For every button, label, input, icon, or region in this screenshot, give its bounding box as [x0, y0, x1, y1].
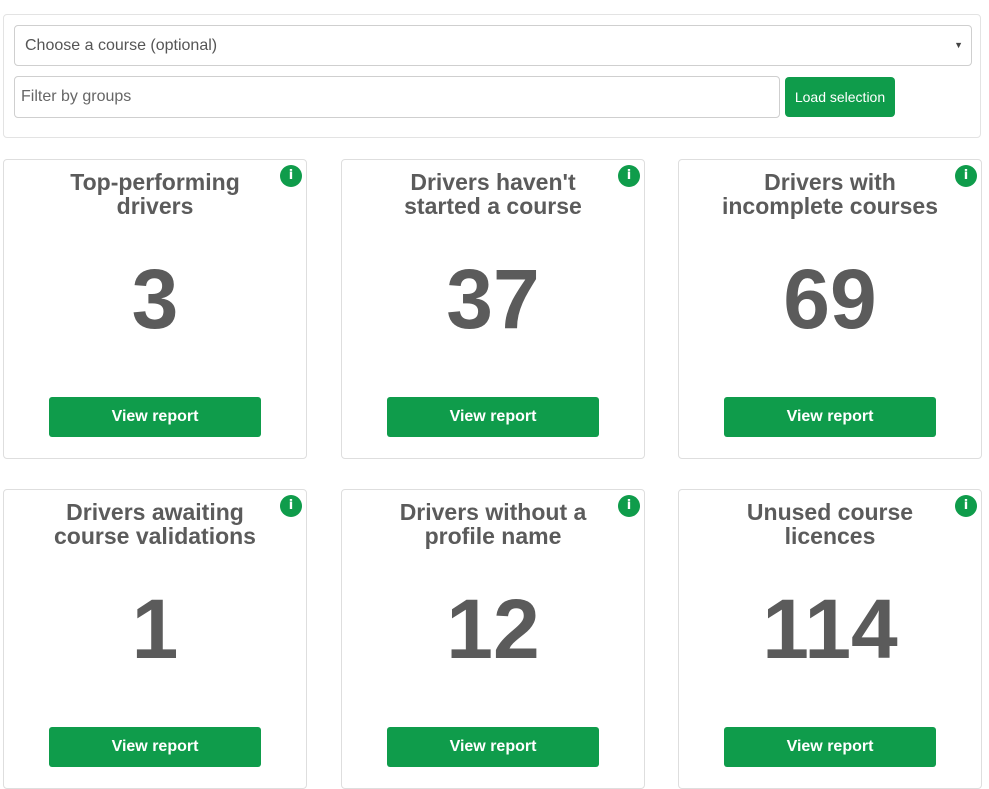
card-value: 3 [131, 252, 179, 346]
card-unused-licences: Unused course licences i 114 View report [678, 489, 982, 789]
course-select[interactable]: Choose a course (optional) ▼ [14, 25, 972, 66]
info-icon[interactable]: i [280, 495, 302, 517]
view-report-button[interactable]: View report [49, 397, 261, 437]
card-awaiting-validations: Drivers awaiting course validations i 1 … [3, 489, 307, 789]
card-incomplete-courses: Drivers with incomplete courses i 69 Vie… [678, 159, 982, 459]
card-value: 69 [783, 252, 877, 346]
card-value: 37 [446, 252, 540, 346]
card-title: Drivers haven't started a course [404, 169, 582, 219]
info-icon[interactable]: i [618, 495, 640, 517]
info-icon[interactable]: i [280, 165, 302, 187]
chevron-down-icon: ▼ [954, 40, 963, 50]
card-top-performing-drivers: Top-performing drivers i 3 View report [3, 159, 307, 459]
card-title: Drivers without a profile name [399, 499, 587, 549]
course-select-value: Choose a course (optional) [25, 37, 218, 54]
load-selection-button[interactable]: Load selection [785, 77, 895, 117]
info-icon[interactable]: i [955, 495, 977, 517]
card-value: 12 [446, 582, 540, 676]
card-title: Drivers with incomplete courses [721, 169, 939, 219]
card-no-profile-name: Drivers without a profile name i 12 View… [341, 489, 645, 789]
view-report-button[interactable]: View report [387, 727, 599, 767]
card-title: Drivers awaiting course validations [54, 499, 256, 549]
card-title: Top-performing drivers [70, 169, 240, 219]
info-icon[interactable]: i [618, 165, 640, 187]
card-value: 114 [762, 582, 898, 676]
info-icon[interactable]: i [955, 165, 977, 187]
filter-panel: Choose a course (optional) ▼ Load select… [3, 14, 981, 138]
card-title: Unused course licences [746, 499, 914, 549]
view-report-button[interactable]: View report [724, 727, 936, 767]
card-value: 1 [131, 582, 179, 676]
view-report-button[interactable]: View report [387, 397, 599, 437]
card-drivers-not-started: Drivers haven't started a course i 37 Vi… [341, 159, 645, 459]
view-report-button[interactable]: View report [724, 397, 936, 437]
group-filter-input[interactable] [14, 76, 780, 118]
view-report-button[interactable]: View report [49, 727, 261, 767]
